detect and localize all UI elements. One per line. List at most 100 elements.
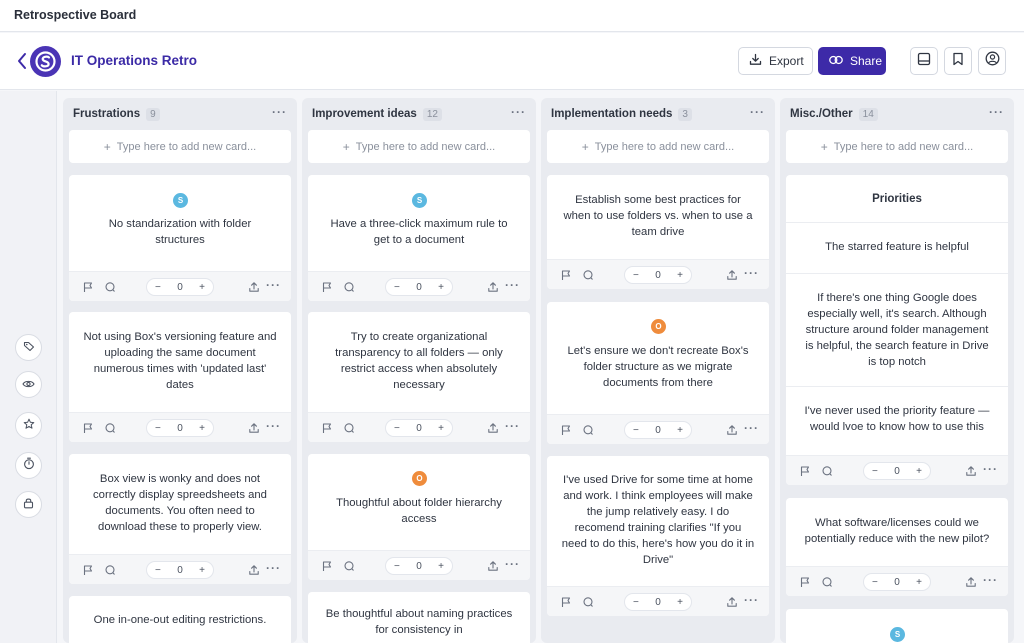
share-button[interactable]: Share [818, 47, 886, 75]
card[interactable]: O Thoughtful about folder hierarchy acce… [308, 454, 530, 580]
vote-stepper[interactable]: − 0 + [146, 419, 214, 437]
upload-icon[interactable] [725, 595, 739, 609]
vote-stepper[interactable]: − 0 + [624, 421, 692, 439]
more-icon[interactable]: ··· [266, 278, 281, 292]
minus-icon[interactable]: − [155, 282, 161, 293]
vote-stepper[interactable]: − 0 + [385, 419, 453, 437]
vote-stepper[interactable]: − 0 + [624, 266, 692, 284]
comment-icon[interactable] [103, 280, 117, 294]
flag-icon[interactable] [81, 280, 95, 294]
card[interactable]: Try to create organizational transparenc… [308, 312, 530, 442]
flag-icon[interactable] [81, 421, 95, 435]
more-icon[interactable]: ··· [266, 419, 281, 433]
minus-icon[interactable]: − [394, 561, 400, 572]
plus-icon[interactable]: + [199, 565, 205, 576]
flag-icon[interactable] [320, 421, 334, 435]
vote-stepper[interactable]: − 0 + [385, 278, 453, 296]
more-icon[interactable]: ··· [744, 421, 759, 435]
minus-icon[interactable]: − [155, 423, 161, 434]
card[interactable]: I've used Drive for some time at home an… [547, 456, 769, 616]
visibility-button[interactable] [15, 371, 42, 398]
comment-icon[interactable] [581, 268, 595, 282]
timer-button[interactable] [15, 452, 42, 479]
upload-icon[interactable] [247, 280, 261, 294]
plus-icon[interactable]: + [677, 270, 683, 281]
plus-icon[interactable]: + [438, 561, 444, 572]
minus-icon[interactable]: − [633, 597, 639, 608]
vote-stepper[interactable]: − 0 + [146, 278, 214, 296]
upload-icon[interactable] [486, 280, 500, 294]
more-icon[interactable]: ··· [744, 266, 759, 280]
minus-icon[interactable]: − [872, 466, 878, 477]
minus-icon[interactable]: − [394, 282, 400, 293]
upload-icon[interactable] [725, 268, 739, 282]
flag-icon[interactable] [320, 280, 334, 294]
comment-icon[interactable] [581, 595, 595, 609]
plus-icon[interactable]: + [916, 466, 922, 477]
card[interactable]: Box view is wonky and does not correctly… [69, 454, 291, 584]
upload-icon[interactable] [964, 575, 978, 589]
add-card-input[interactable]: + Type here to add new card... [786, 130, 1008, 163]
more-icon[interactable]: ··· [505, 278, 520, 292]
comment-icon[interactable] [342, 559, 356, 573]
comment-icon[interactable] [820, 464, 834, 478]
card[interactable]: Not using Box's versioning feature and u… [69, 312, 291, 442]
flag-icon[interactable] [798, 464, 812, 478]
vote-stepper[interactable]: − 0 + [863, 462, 931, 480]
more-icon[interactable]: ··· [750, 105, 765, 119]
more-icon[interactable]: ··· [505, 419, 520, 433]
comment-icon[interactable] [103, 563, 117, 577]
upload-icon[interactable] [486, 559, 500, 573]
lock-button[interactable] [15, 491, 42, 518]
more-icon[interactable]: ··· [983, 462, 998, 476]
minus-icon[interactable]: − [633, 270, 639, 281]
add-card-input[interactable]: + Type here to add new card... [69, 130, 291, 163]
more-icon[interactable]: ··· [744, 593, 759, 607]
card[interactable]: Establish some best practices for when t… [547, 175, 769, 289]
flag-icon[interactable] [559, 423, 573, 437]
upload-icon[interactable] [725, 423, 739, 437]
vote-stepper[interactable]: − 0 + [624, 593, 692, 611]
flag-icon[interactable] [81, 563, 95, 577]
plus-icon[interactable]: + [916, 577, 922, 588]
minus-icon[interactable]: − [872, 577, 878, 588]
comment-icon[interactable] [342, 421, 356, 435]
more-icon[interactable]: ··· [505, 557, 520, 571]
export-button[interactable]: Export [738, 47, 813, 75]
plus-icon[interactable]: + [677, 425, 683, 436]
more-icon[interactable]: ··· [989, 105, 1004, 119]
plus-icon[interactable]: + [677, 597, 683, 608]
flag-icon[interactable] [798, 575, 812, 589]
panel-button[interactable] [910, 47, 938, 75]
more-icon[interactable]: ··· [272, 105, 287, 119]
comment-icon[interactable] [103, 421, 117, 435]
plus-icon[interactable]: + [199, 423, 205, 434]
more-icon[interactable]: ··· [983, 573, 998, 587]
comment-icon[interactable] [581, 423, 595, 437]
vote-stepper[interactable]: − 0 + [863, 573, 931, 591]
bookmark-button[interactable] [944, 47, 972, 75]
card[interactable]: What software/licenses could we potentia… [786, 498, 1008, 596]
favorite-button[interactable] [15, 412, 42, 439]
comment-icon[interactable] [820, 575, 834, 589]
card[interactable]: O Let's ensure we don't recreate Box's f… [547, 302, 769, 444]
plus-icon[interactable]: + [438, 423, 444, 434]
add-card-input[interactable]: + Type here to add new card... [547, 130, 769, 163]
flag-icon[interactable] [559, 268, 573, 282]
flag-icon[interactable] [320, 559, 334, 573]
vote-stepper[interactable]: − 0 + [385, 557, 453, 575]
card[interactable]: S [786, 609, 1008, 643]
flag-icon[interactable] [559, 595, 573, 609]
plus-icon[interactable]: + [438, 282, 444, 293]
tag-button[interactable] [15, 334, 42, 361]
add-card-input[interactable]: + Type here to add new card... [308, 130, 530, 163]
comment-icon[interactable] [342, 280, 356, 294]
vote-stepper[interactable]: − 0 + [146, 561, 214, 579]
more-icon[interactable]: ··· [511, 105, 526, 119]
plus-icon[interactable]: + [199, 282, 205, 293]
minus-icon[interactable]: − [155, 565, 161, 576]
card[interactable]: S No standarization with folder structur… [69, 175, 291, 301]
upload-icon[interactable] [247, 421, 261, 435]
minus-icon[interactable]: − [394, 423, 400, 434]
account-button[interactable] [978, 47, 1006, 75]
